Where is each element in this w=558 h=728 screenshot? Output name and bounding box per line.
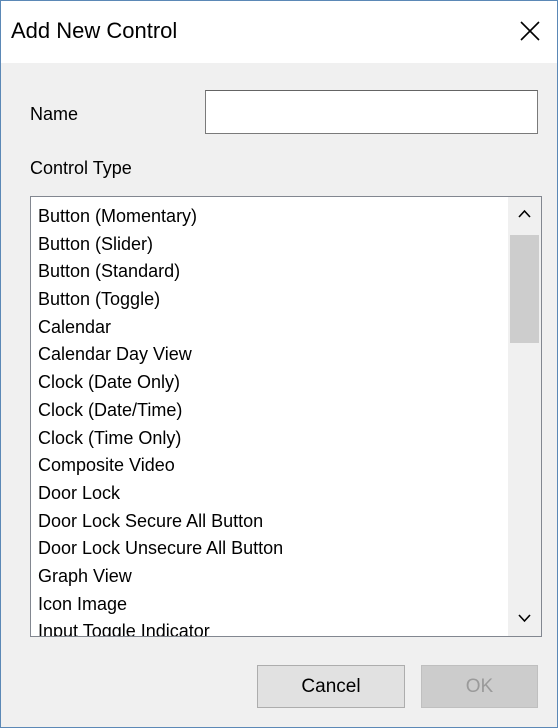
scroll-down-button[interactable] (508, 602, 541, 636)
list-item[interactable]: Button (Momentary) (31, 203, 506, 231)
list-item[interactable]: Button (Slider) (31, 231, 506, 259)
ok-button[interactable]: OK (421, 665, 538, 708)
list-item[interactable]: Icon Image (31, 591, 506, 619)
list-item[interactable]: Clock (Time Only) (31, 425, 506, 453)
control-type-label: Control Type (30, 158, 132, 178)
cancel-button[interactable]: Cancel (257, 665, 405, 708)
list-item[interactable]: Graph View (31, 563, 506, 591)
vertical-scrollbar[interactable] (508, 197, 541, 636)
control-type-list: Button (Momentary) Button (Slider) Button … (31, 197, 506, 636)
scroll-up-button[interactable] (508, 197, 541, 231)
list-item[interactable]: Clock (Date Only) (31, 369, 506, 397)
list-item[interactable]: Door Lock Secure All Button (31, 508, 506, 536)
control-type-listbox[interactable]: Button (Momentary) Button (Slider) Button … (30, 196, 542, 637)
close-button[interactable] (501, 1, 557, 63)
list-item[interactable]: Input Toggle Indicator (31, 618, 506, 636)
title-bar: Add New Control (1, 1, 557, 63)
add-new-control-dialog: Add New Control Name Control Type Button… (0, 0, 558, 728)
list-item[interactable]: Calendar Day View (31, 341, 506, 369)
scroll-thumb[interactable] (510, 235, 539, 343)
name-input[interactable] (205, 90, 538, 134)
list-item[interactable]: Calendar (31, 314, 506, 342)
list-item[interactable]: Composite Video (31, 452, 506, 480)
chevron-up-icon (518, 209, 531, 218)
list-item[interactable]: Clock (Date/Time) (31, 397, 506, 425)
list-item[interactable]: Button (Standard) (31, 258, 506, 286)
close-icon (520, 21, 540, 41)
chevron-down-icon (518, 614, 531, 623)
list-item[interactable]: Button (Toggle) (31, 286, 506, 314)
list-item[interactable]: Door Lock Unsecure All Button (31, 535, 506, 563)
name-label: Name (30, 104, 79, 124)
dialog-title: Add New Control (11, 18, 178, 43)
list-item[interactable]: Door Lock (31, 480, 506, 508)
